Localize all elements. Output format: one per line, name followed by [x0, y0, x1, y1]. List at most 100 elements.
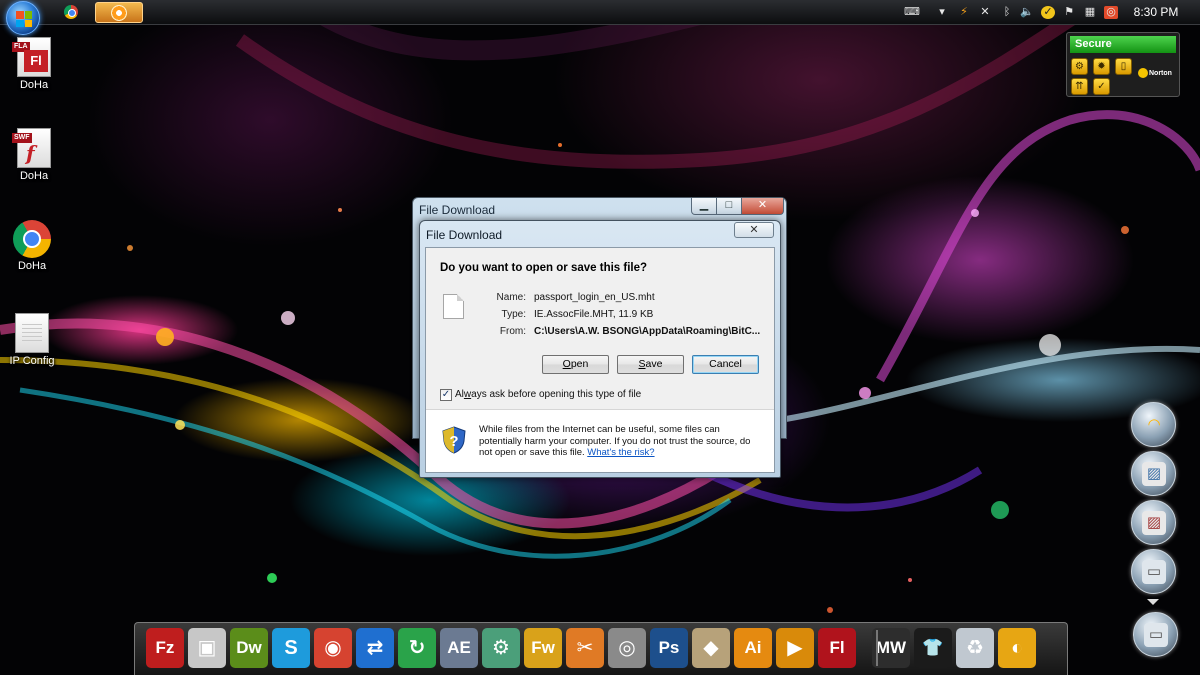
media-app-icon [111, 5, 127, 21]
always-ask-checkbox[interactable]: ✓ [440, 389, 452, 401]
taskbar-chrome-button[interactable] [58, 2, 84, 23]
clock[interactable]: 8:30 PM [1128, 5, 1184, 19]
computer-icon[interactable]: ▣ [188, 628, 226, 668]
windows-logo-icon [16, 11, 32, 27]
text-file-icon [15, 313, 49, 353]
media-player-icon[interactable]: ◎ [608, 628, 646, 668]
dialog-body: Do you want to open or save this file? N… [425, 247, 775, 473]
norton-brand: Norton [1149, 69, 1172, 77]
photoshop-icon[interactable]: Ps [650, 628, 688, 668]
tray-expand-icon[interactable]: ▾ [935, 6, 949, 19]
after-effects-icon[interactable]: AE [440, 628, 478, 668]
shirt-icon[interactable]: 👕 [914, 628, 952, 668]
flash-glyph: f [26, 141, 35, 165]
recycle-bin-icon[interactable]: ♻ [956, 628, 994, 668]
dock-orb-window[interactable]: ▭ [1131, 549, 1176, 594]
network-globe-icon[interactable]: ⚙ [482, 628, 520, 668]
maximize-button[interactable]: □ [716, 198, 742, 215]
sync-icon[interactable]: ↻ [398, 628, 436, 668]
desktop-icon-label: DoHa [19, 170, 49, 182]
skype-icon[interactable]: S [272, 628, 310, 668]
keyboard-icon[interactable]: ⌨ [904, 6, 920, 19]
cancel-button[interactable]: Cancel [692, 355, 759, 374]
norton-logo: Norton [1138, 68, 1174, 88]
save-button[interactable]: Save [617, 355, 684, 374]
name-label: Name: [496, 292, 526, 303]
label-part: ays ask before opening this type of file [471, 389, 642, 400]
dock-orb-bottom[interactable]: ▭ [1133, 612, 1178, 657]
warning-text: While files from the Internet can be use… [479, 424, 764, 459]
desktop-icon-ip-config[interactable]: IP Config [0, 313, 64, 367]
dock-separator [876, 630, 878, 666]
app-red-icon[interactable]: ◉ [314, 628, 352, 668]
flash-glyph: Fl [24, 50, 48, 72]
label-part: Al [455, 389, 464, 400]
save-label: ave [645, 358, 663, 370]
file-download-dialog: File Download ✕ Do you want to open or s… [419, 220, 781, 478]
app-tray-icon[interactable]: ◎ [1104, 6, 1118, 19]
dreamweaver-icon[interactable]: Dw [230, 628, 268, 668]
open-button[interactable]: Open [542, 355, 609, 374]
desktop-icon-doha-swf[interactable]: SWF f DoHa [2, 128, 66, 182]
photos-icon: ▨ [1142, 462, 1166, 486]
file-icon [443, 294, 464, 319]
norton-gadget[interactable]: Secure ⚙ ✹ ▯ ⇈ ✓ Norton [1066, 32, 1180, 97]
chrome-icon [13, 220, 51, 258]
always-ask-label[interactable]: Always ask before opening this type of f… [455, 389, 641, 400]
desktop-icon-label: DoHa [17, 260, 47, 272]
warning-panel: ? While files from the Internet can be u… [426, 410, 774, 472]
start-button[interactable] [6, 1, 40, 35]
cd-icon[interactable]: ◐ [998, 628, 1036, 668]
desktop-icon-label: IP Config [9, 355, 55, 367]
norton-scan-icon[interactable]: ⚙ [1071, 58, 1088, 75]
dialog-question: Do you want to open or save this file? [440, 262, 648, 274]
dock-orb-wifi[interactable]: ◠ [1131, 402, 1176, 447]
dock-orb-photos[interactable]: ▨ [1131, 451, 1176, 496]
flag-icon[interactable]: ⚑ [1062, 6, 1076, 19]
norton-tray-icon[interactable]: ✓ [1041, 6, 1055, 19]
bluetooth-icon[interactable]: ᛒ [1000, 6, 1014, 19]
window-icon: ▭ [1144, 623, 1168, 647]
taskbar: ⌨ ▾ ⚡ ✕ ᛒ 🔈 ✓ ⚑ ▦ ◎ 8:30 PM [0, 0, 1200, 35]
norton-device-icon[interactable]: ▯ [1115, 58, 1132, 75]
signal-icon[interactable]: ⚡ [957, 6, 971, 19]
desktop-icon-doha-chrome[interactable]: DoHa [0, 220, 64, 272]
security-shield-icon: ? [442, 426, 466, 454]
fireworks-icon[interactable]: Fw [524, 628, 562, 668]
norton-check-icon[interactable]: ✓ [1093, 78, 1110, 95]
close-button[interactable]: ✕ [741, 198, 784, 215]
window-title: File Download [419, 203, 496, 217]
desktop-icon-doha-fla[interactable]: FLA Fl DoHa [2, 37, 66, 91]
wifi-icon: ◠ [1147, 416, 1161, 433]
flash-icon[interactable]: Fl [818, 628, 856, 668]
chrome-icon [64, 5, 78, 19]
illustrator-icon[interactable]: Ai [734, 628, 772, 668]
teamviewer-icon[interactable]: ⇄ [356, 628, 394, 668]
norton-check-icon [1138, 68, 1148, 78]
norton-update-icon[interactable]: ⇈ [1071, 78, 1088, 95]
from-label: From: [499, 326, 526, 337]
file-source-value: C:\Users\A.W. BSONG\AppData\Roaming\BitC… [534, 326, 761, 337]
save-mnemonic: S [638, 358, 646, 370]
package-icon[interactable]: ◆ [692, 628, 730, 668]
minimize-button[interactable]: ▁ [691, 198, 717, 215]
norton-settings-icon[interactable]: ✹ [1093, 58, 1110, 75]
filezilla-icon[interactable]: Fz [146, 628, 184, 668]
whats-the-risk-link[interactable]: What's the risk? [587, 447, 654, 458]
volume-icon[interactable]: 🔈 [1020, 6, 1034, 19]
dock-orb-pictures[interactable]: ▨ [1131, 500, 1176, 545]
play-icon[interactable]: ▶ [776, 628, 814, 668]
action-center-icon[interactable]: ▦ [1083, 6, 1097, 19]
dialog-close-button[interactable]: ✕ [734, 222, 774, 238]
open-label: pen [570, 358, 589, 370]
tools-icon[interactable]: ✂ [566, 628, 604, 668]
window-icon: ▭ [1142, 560, 1166, 584]
swf-file-icon: SWF f [12, 128, 51, 168]
desktop-icon-label: DoHa [19, 79, 49, 91]
bottom-dock: Fz ▣ Dw S ◉ ⇄ ↻ AE ⚙ Fw ✂ ◎ Ps ◆ Ai ▶ Fl MW 👕 ♻ ◐ [134, 622, 1068, 675]
dock-expand-arrow-icon[interactable] [1147, 599, 1159, 605]
type-label: Type: [501, 309, 526, 320]
svg-text:?: ? [449, 433, 458, 450]
network-icon[interactable]: ✕ [978, 6, 992, 19]
taskbar-active-app-button[interactable] [95, 2, 143, 23]
